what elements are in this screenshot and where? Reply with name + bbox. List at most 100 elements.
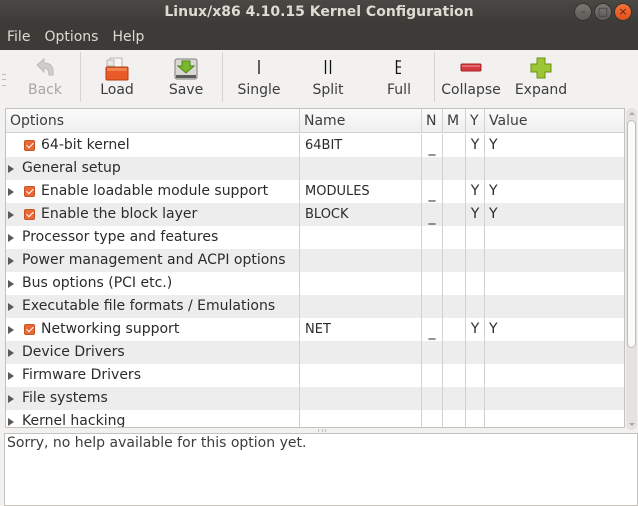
n-cell[interactable]: _ xyxy=(422,203,443,226)
n-cell[interactable] xyxy=(422,387,443,410)
checkbox-checked-icon[interactable] xyxy=(24,186,35,197)
option-cell[interactable]: Bus options (PCI etc.) xyxy=(6,272,300,295)
collapse-button[interactable]: Collapse xyxy=(440,50,502,106)
scroll-up-arrow-icon[interactable] xyxy=(629,112,635,115)
split-view-button[interactable]: Split xyxy=(299,50,357,106)
tree-row[interactable]: Power management and ACPI options xyxy=(6,249,624,272)
y-cell[interactable]: Y xyxy=(466,180,485,203)
maximize-button[interactable]: □ xyxy=(594,3,612,21)
y-cell[interactable] xyxy=(466,295,485,318)
column-header-y[interactable]: Y xyxy=(466,109,485,133)
option-cell[interactable]: Power management and ACPI options xyxy=(6,249,300,272)
y-cell[interactable]: Y xyxy=(466,318,485,341)
tree-row[interactable]: Enable loadable module support MODULES _ Y Y xyxy=(6,180,624,203)
y-cell[interactable] xyxy=(466,410,485,427)
y-cell[interactable]: Y xyxy=(466,203,485,226)
tree-row[interactable]: Processor type and features xyxy=(6,226,624,249)
checkbox-checked-icon[interactable] xyxy=(24,140,35,151)
menu-options[interactable]: Options xyxy=(37,24,105,50)
expander-arrow-icon[interactable] xyxy=(8,326,14,334)
tree-row[interactable]: Enable the block layer BLOCK _ Y Y xyxy=(6,203,624,226)
n-cell[interactable] xyxy=(422,364,443,387)
expander-arrow-icon[interactable] xyxy=(8,372,14,380)
option-cell[interactable]: Enable the block layer xyxy=(6,203,300,226)
m-cell[interactable] xyxy=(443,295,466,318)
save-button[interactable]: Save xyxy=(157,50,215,106)
menu-file[interactable]: File xyxy=(0,24,37,50)
y-cell[interactable] xyxy=(466,249,485,272)
y-cell[interactable] xyxy=(466,272,485,295)
expand-button[interactable]: Expand xyxy=(511,50,571,106)
option-cell[interactable]: General setup xyxy=(6,157,300,180)
y-cell[interactable] xyxy=(466,387,485,410)
tree-row[interactable]: 64-bit kernel 64BIT _ Y Y xyxy=(6,134,624,157)
tree-row[interactable]: Networking support NET _ Y Y xyxy=(6,318,624,341)
expander-arrow-icon[interactable] xyxy=(8,165,14,173)
n-cell[interactable]: _ xyxy=(422,180,443,203)
y-cell[interactable]: Y xyxy=(466,134,485,157)
option-cell[interactable]: Executable file formats / Emulations xyxy=(6,295,300,318)
expander-arrow-icon[interactable] xyxy=(8,257,14,265)
tree-row[interactable]: Device Drivers xyxy=(6,341,624,364)
n-cell[interactable] xyxy=(422,410,443,427)
vertical-scrollbar[interactable] xyxy=(626,108,637,430)
toolbar-grip[interactable] xyxy=(2,74,6,86)
options-tree[interactable]: Options Name N M Y Value 64-bit kernel 64… xyxy=(5,108,625,428)
option-cell[interactable]: Enable loadable module support xyxy=(6,180,300,203)
m-cell[interactable] xyxy=(443,410,466,427)
m-cell[interactable] xyxy=(443,134,466,157)
m-cell[interactable] xyxy=(443,180,466,203)
minimize-button[interactable]: – xyxy=(574,3,592,21)
expander-arrow-icon[interactable] xyxy=(8,188,14,196)
m-cell[interactable] xyxy=(443,272,466,295)
expander-arrow-icon[interactable] xyxy=(8,303,14,311)
n-cell[interactable] xyxy=(422,295,443,318)
pane-splitter-handle[interactable] xyxy=(318,429,326,432)
option-cell[interactable]: Kernel hacking xyxy=(6,410,300,427)
option-cell[interactable]: Device Drivers xyxy=(6,341,300,364)
tree-row[interactable]: Bus options (PCI etc.) xyxy=(6,272,624,295)
m-cell[interactable] xyxy=(443,318,466,341)
m-cell[interactable] xyxy=(443,364,466,387)
expander-arrow-icon[interactable] xyxy=(8,418,14,426)
column-header-n[interactable]: N xyxy=(422,109,443,133)
column-header-options[interactable]: Options xyxy=(6,109,300,133)
tree-row[interactable]: Executable file formats / Emulations xyxy=(6,295,624,318)
n-cell[interactable]: _ xyxy=(422,134,443,157)
expander-arrow-icon[interactable] xyxy=(8,349,14,357)
column-header-name[interactable]: Name xyxy=(300,109,422,133)
back-button[interactable]: Back xyxy=(16,50,74,106)
load-button[interactable]: Load xyxy=(88,50,146,106)
m-cell[interactable] xyxy=(443,157,466,180)
scroll-down-arrow-icon[interactable] xyxy=(629,423,635,426)
y-cell[interactable] xyxy=(466,341,485,364)
option-cell[interactable]: Networking support xyxy=(6,318,300,341)
expander-arrow-icon[interactable] xyxy=(8,395,14,403)
expander-arrow-icon[interactable] xyxy=(8,234,14,242)
column-header-m[interactable]: M xyxy=(443,109,466,133)
n-cell[interactable] xyxy=(422,272,443,295)
n-cell[interactable] xyxy=(422,341,443,364)
n-cell[interactable] xyxy=(422,249,443,272)
n-cell[interactable] xyxy=(422,226,443,249)
option-cell[interactable]: File systems xyxy=(6,387,300,410)
tree-row[interactable]: Firmware Drivers xyxy=(6,364,624,387)
option-cell[interactable]: 64-bit kernel xyxy=(6,134,300,157)
y-cell[interactable] xyxy=(466,157,485,180)
full-view-button[interactable]: Full xyxy=(370,50,428,106)
m-cell[interactable] xyxy=(443,341,466,364)
tree-row[interactable]: General setup xyxy=(6,157,624,180)
menu-help[interactable]: Help xyxy=(105,24,151,50)
tree-row[interactable]: File systems xyxy=(6,387,624,410)
n-cell[interactable] xyxy=(422,157,443,180)
option-cell[interactable]: Processor type and features xyxy=(6,226,300,249)
checkbox-checked-icon[interactable] xyxy=(24,209,35,220)
m-cell[interactable] xyxy=(443,249,466,272)
expander-arrow-icon[interactable] xyxy=(8,280,14,288)
tree-row[interactable]: Kernel hacking xyxy=(6,410,624,427)
close-button[interactable]: × xyxy=(614,3,632,21)
column-header-value[interactable]: Value xyxy=(485,109,624,133)
y-cell[interactable] xyxy=(466,226,485,249)
y-cell[interactable] xyxy=(466,364,485,387)
m-cell[interactable] xyxy=(443,203,466,226)
